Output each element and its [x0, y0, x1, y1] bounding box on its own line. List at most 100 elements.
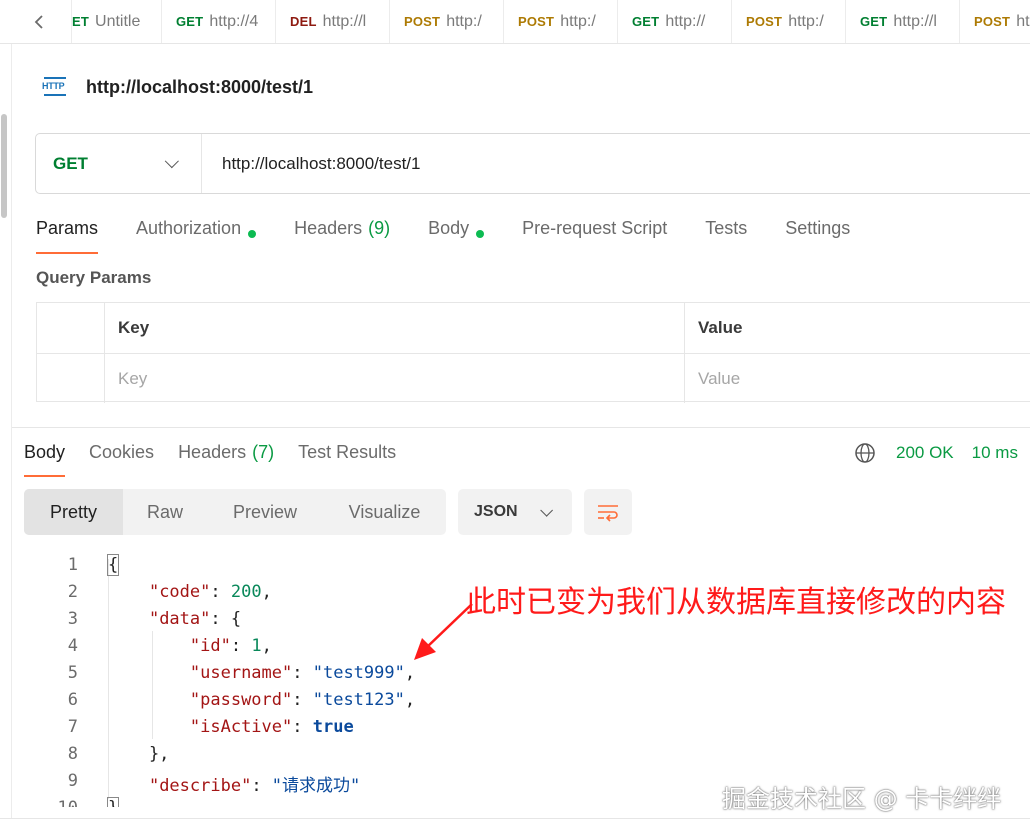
line-number: 9 [67, 771, 78, 791]
column-header-value: Value [698, 318, 743, 337]
tab-params[interactable]: Params [36, 214, 99, 254]
scrollbar-thumb[interactable] [1, 114, 7, 218]
tab-label: http://4 [209, 12, 259, 30]
code-line: "password": "test123", [189, 690, 416, 710]
code-line: }, [108, 744, 170, 764]
request-tab[interactable]: GET http://4 [162, 0, 276, 43]
view-raw-button[interactable]: Raw [123, 489, 207, 535]
response-headers-count: (7) [252, 442, 275, 462]
chevron-down-icon [164, 153, 179, 168]
code-line: "data": { [148, 609, 242, 629]
format-value: JSON [474, 503, 518, 520]
code-line: "code": 200, [148, 582, 272, 602]
tab-prerequest-script[interactable]: Pre-request Script [522, 214, 667, 254]
tab-label: ht [1016, 12, 1030, 30]
scroll-tabs-left-button[interactable] [0, 0, 72, 43]
response-time[interactable]: 10 ms [972, 443, 1018, 463]
tab-method: GET [176, 14, 204, 29]
tab-label: http:// [665, 12, 706, 30]
param-key-input[interactable]: Key [105, 354, 685, 403]
line-number: 3 [67, 609, 78, 629]
line-number: 8 [67, 744, 78, 764]
code-line: "describe": "请求成功" [148, 776, 361, 796]
code-line: "isActive": true [189, 717, 354, 737]
tab-label: http://l [893, 12, 937, 30]
tab-response-body[interactable]: Body [24, 437, 66, 477]
pane-divider[interactable] [12, 427, 1030, 428]
line-number: 2 [67, 582, 78, 602]
request-tab[interactable]: POST http:/ [732, 0, 846, 43]
tab-settings[interactable]: Settings [785, 214, 850, 254]
request-tab[interactable]: DEL http://l [276, 0, 390, 43]
code-line: } [106, 797, 120, 807]
request-tab[interactable]: POST ht [960, 0, 1030, 43]
method-select[interactable]: GET [36, 134, 202, 193]
query-params-heading: Query Params [36, 268, 152, 287]
line-number: 4 [67, 636, 78, 656]
view-visualize-button[interactable]: Visualize [323, 489, 446, 535]
view-pretty-button[interactable]: Pretty [24, 489, 123, 535]
tab-response-cookies[interactable]: Cookies [89, 437, 154, 477]
tab-headers-label: Headers [294, 218, 363, 238]
annotation-text: 此时已变为我们从数据库直接修改的内容 [466, 585, 1006, 620]
tab-method: POST [746, 14, 783, 29]
code-line: "username": "test999", [189, 663, 416, 683]
tab-method: POST [404, 14, 441, 29]
view-preview-button[interactable]: Preview [207, 489, 323, 535]
tab-method: POST [518, 14, 555, 29]
tab-label: http://l [322, 12, 367, 30]
tab-body-label: Body [428, 218, 470, 238]
tab-authorization[interactable]: Authorization [136, 214, 257, 254]
tab-settings-label: Settings [785, 218, 851, 238]
request-tab[interactable]: GET http://l [846, 0, 960, 43]
tab-authorization-label: Authorization [136, 218, 242, 238]
table-row: Key Value [37, 353, 1030, 403]
tab-test-results[interactable]: Test Results [298, 437, 396, 477]
request-tab[interactable]: POST http:/ [390, 0, 504, 43]
watermark: 掘金技术社区 @ 卡卡绊绊 [722, 785, 1002, 813]
url-input[interactable]: http://localhost:8000/test/1 [202, 154, 420, 174]
chevron-left-icon [34, 14, 43, 29]
tab-label: http:/ [560, 12, 596, 30]
code-line: { [106, 554, 120, 576]
tab-headers[interactable]: Headers (9) [294, 214, 390, 254]
line-number: 1 [67, 555, 78, 575]
request-header: HTTP http://localhost:8000/test/1 [42, 70, 313, 104]
request-tab[interactable]: POST http:/ [504, 0, 618, 43]
request-tab[interactable]: ET Untitle [72, 0, 162, 43]
globe-icon[interactable] [854, 442, 876, 464]
request-title[interactable]: http://localhost:8000/test/1 [86, 77, 313, 98]
param-value-input[interactable]: Value [685, 354, 1030, 403]
http-request-icon: HTTP [42, 75, 70, 99]
tab-method: POST [974, 14, 1011, 29]
tab-label: http:/ [446, 12, 482, 30]
tab-body[interactable]: Body [428, 214, 485, 254]
wrap-lines-button[interactable] [584, 489, 632, 535]
query-params-table: Key Value Key Value [36, 302, 1030, 403]
tab-method: GET [632, 14, 660, 29]
tab-prerequest-label: Pre-request Script [522, 218, 668, 238]
tab-tests[interactable]: Tests [705, 214, 747, 254]
response-status: 200 OK 10 ms [854, 441, 1018, 465]
status-dot-icon [476, 230, 485, 238]
tab-response-headers[interactable]: Headers (7) [178, 437, 274, 477]
method-value: GET [53, 153, 88, 173]
format-select[interactable]: JSON [458, 489, 572, 535]
code-line: "id": 1, [189, 636, 272, 656]
tab-label: http:/ [788, 12, 824, 30]
status-code[interactable]: 200 OK [896, 443, 954, 463]
request-tab[interactable]: GET http:// [618, 0, 732, 43]
line-number: 5 [67, 663, 78, 683]
bottom-edge [0, 818, 1030, 831]
tab-response-headers-label: Headers [178, 442, 247, 462]
column-header-key: Key [105, 303, 685, 353]
line-number: 7 [67, 717, 78, 737]
wrap-lines-icon [598, 505, 618, 522]
checkbox-column-header [37, 303, 105, 353]
tab-method: GET [860, 14, 888, 29]
table-header-row: Key Value [37, 303, 1030, 353]
line-number: 6 [67, 690, 78, 710]
line-number: 10 [40, 798, 78, 807]
tab-label: Untitle [95, 12, 141, 30]
tab-params-label: Params [36, 218, 99, 238]
